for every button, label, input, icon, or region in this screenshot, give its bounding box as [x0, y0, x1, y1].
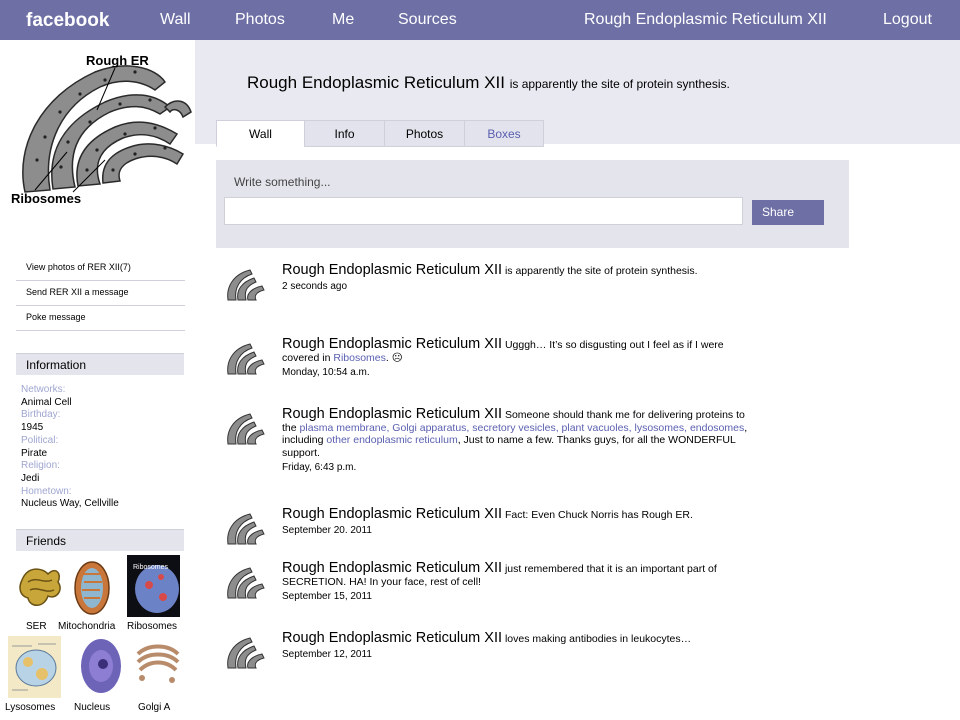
svg-text:Ribosomes: Ribosomes: [133, 564, 169, 571]
nucleus-image-icon: [79, 636, 123, 698]
picture-label-rough-er: Rough ER: [86, 53, 149, 68]
status-input[interactable]: [224, 197, 743, 225]
post-avatar[interactable]: [224, 408, 268, 450]
post-link[interactable]: other endoplasmic reticulum: [326, 434, 457, 446]
info-label-networks: Networks:: [21, 384, 66, 395]
mitochondria-image-icon: [72, 556, 112, 616]
friend-label-mitochondria: Mitochondria: [58, 621, 116, 632]
composer-prompt: Write something...: [234, 175, 331, 189]
profile-picture[interactable]: Rough ER Ribosomes: [5, 42, 194, 212]
nav-profile-name[interactable]: Rough Endoplasmic Reticulum XII: [584, 11, 827, 29]
post-link[interactable]: plasma membrane, Golgi apparatus, secret…: [300, 422, 745, 434]
post-author[interactable]: Rough Endoplasmic Reticulum XII: [282, 262, 502, 278]
tab-boxes[interactable]: Boxes: [464, 120, 544, 147]
wall-composer: Write something... Share: [216, 160, 849, 248]
post-text: loves making antibodies in leukocytes…: [502, 633, 691, 645]
facebook-logo[interactable]: facebook: [26, 10, 109, 32]
info-value-religion: Jedi: [21, 472, 40, 484]
info-label-religion: Religion:: [21, 460, 60, 472]
info-value-hometown: Nucleus Way, Cellville: [21, 498, 119, 510]
post-timestamp[interactable]: 2 seconds ago: [282, 281, 752, 294]
nav-me[interactable]: Me: [332, 11, 354, 29]
info-label-hometown: Hometown:: [21, 485, 72, 497]
post-body: Rough Endoplasmic Reticulum XII Ugggh… I…: [282, 336, 752, 380]
golgi-image-icon: [132, 636, 184, 686]
information-heading: Information: [16, 353, 184, 375]
friend-lysosomes[interactable]: [8, 636, 61, 703]
logout-link[interactable]: Logout: [883, 11, 932, 29]
ribosomes-image-icon: Ribosomes: [127, 555, 180, 617]
post-timestamp[interactable]: Friday, 6:43 p.m.: [282, 462, 752, 475]
information-fields: Networks: Animal Cell Birthday: 1945 Pol…: [21, 384, 119, 511]
post-text: Fact: Even Chuck Norris has Rough ER.: [502, 509, 693, 521]
post-timestamp[interactable]: September 20. 2011: [282, 525, 752, 538]
friend-label-golgi: Golgi A: [138, 702, 171, 713]
friends-heading: Friends: [16, 529, 184, 551]
friend-label-nucleus: Nucleus: [74, 702, 111, 713]
friend-label-ser: SER: [26, 621, 47, 632]
friend-nucleus[interactable]: [79, 636, 123, 703]
tab-info[interactable]: Info: [304, 120, 385, 147]
top-navigation-bar: facebook Wall Photos Me Sources Rough En…: [0, 0, 960, 40]
picture-label-ribosomes: Ribosomes: [11, 191, 82, 206]
friend-label-lysosomes: Lysosomes: [5, 702, 56, 713]
friend-mitochondria[interactable]: [72, 556, 112, 621]
poke-link[interactable]: Poke message: [16, 306, 185, 331]
post-author[interactable]: Rough Endoplasmic Reticulum XII: [282, 560, 502, 576]
post-author[interactable]: Rough Endoplasmic Reticulum XII: [282, 406, 502, 422]
share-button[interactable]: Share: [752, 200, 824, 225]
rough-er-avatar-icon: [224, 632, 268, 674]
profile-action-links: View photos of RER XII(7) Send RER XII a…: [16, 256, 185, 331]
post-timestamp[interactable]: September 12, 2011: [282, 649, 752, 662]
headline-name: Rough Endoplasmic Reticulum XII: [247, 73, 505, 92]
rough-er-avatar-icon: [224, 264, 268, 306]
send-message-link[interactable]: Send RER XII a message: [16, 281, 185, 306]
info-value-birthday: 1945: [21, 422, 44, 434]
post-avatar[interactable]: [224, 632, 268, 674]
friend-label-ribosomes: Ribosomes: [127, 621, 178, 632]
nav-wall[interactable]: Wall: [160, 11, 191, 29]
post-link[interactable]: Ribosomes: [333, 352, 386, 364]
rough-er-avatar-icon: [224, 562, 268, 604]
view-photos-link[interactable]: View photos of RER XII(7): [16, 256, 185, 281]
friend-ser[interactable]: [18, 560, 64, 619]
rough-er-avatar-icon: [224, 508, 268, 550]
post-timestamp[interactable]: Monday, 10:54 a.m.: [282, 367, 752, 380]
post-timestamp[interactable]: September 15, 2011: [282, 591, 752, 604]
rough-er-avatar-icon: [224, 338, 268, 380]
ser-image-icon: [18, 560, 64, 614]
post-body: Rough Endoplasmic Reticulum XII loves ma…: [282, 630, 752, 662]
headline-status: is apparently the site of protein synthe…: [509, 77, 730, 91]
info-value-political: Pirate: [21, 447, 48, 459]
rough-er-avatar-icon: [224, 408, 268, 450]
info-value-networks: Animal Cell: [21, 396, 72, 408]
post-text: is apparently the site of protein synthe…: [502, 265, 698, 277]
tab-wall[interactable]: Wall: [216, 120, 305, 147]
lysosomes-image-icon: [8, 636, 61, 698]
info-label-birthday: Birthday:: [21, 409, 61, 421]
friend-ribosomes[interactable]: Ribosomes: [127, 555, 180, 622]
post-body: Rough Endoplasmic Reticulum XII Someone …: [282, 406, 752, 475]
info-label-political: Political:: [21, 434, 59, 446]
nav-sources[interactable]: Sources: [398, 11, 457, 29]
nav-photos[interactable]: Photos: [235, 11, 285, 29]
post-avatar[interactable]: [224, 508, 268, 550]
post-avatar[interactable]: [224, 338, 268, 380]
post-text-segment: is apparently the site of protein synthe…: [502, 265, 698, 277]
profile-headline: Rough Endoplasmic Reticulum XII is appar…: [247, 73, 730, 93]
post-author[interactable]: Rough Endoplasmic Reticulum XII: [282, 630, 502, 646]
post-text-segment: Fact: Even Chuck Norris has Rough ER.: [502, 509, 693, 521]
post-body: Rough Endoplasmic Reticulum XII just rem…: [282, 560, 752, 604]
post-author[interactable]: Rough Endoplasmic Reticulum XII: [282, 506, 502, 522]
post-author[interactable]: Rough Endoplasmic Reticulum XII: [282, 336, 502, 352]
tab-photos[interactable]: Photos: [384, 120, 465, 147]
post-avatar[interactable]: [224, 264, 268, 306]
post-body: Rough Endoplasmic Reticulum XII Fact: Ev…: [282, 506, 752, 538]
friend-golgi[interactable]: [132, 636, 184, 691]
post-text-segment: . ☹: [385, 351, 403, 364]
post-avatar[interactable]: [224, 562, 268, 604]
post-text-segment: loves making antibodies in leukocytes…: [502, 633, 692, 645]
post-body: Rough Endoplasmic Reticulum XII is appar…: [282, 262, 752, 294]
